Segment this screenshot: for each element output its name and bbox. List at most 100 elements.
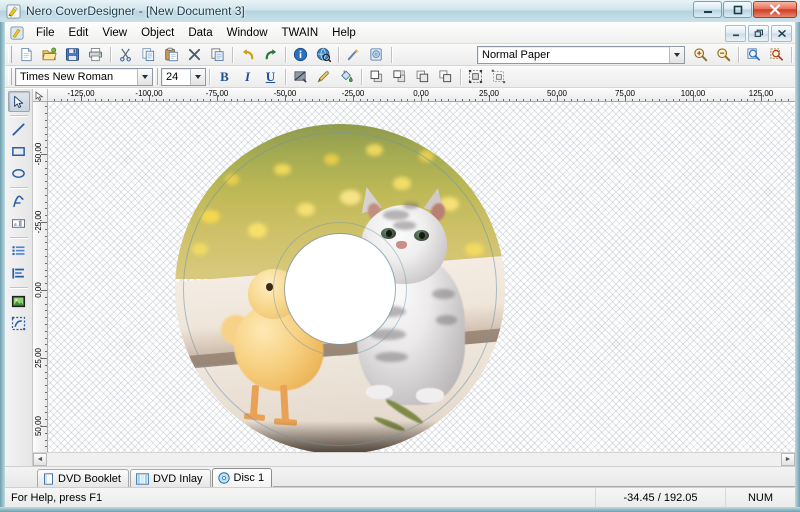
bold-button[interactable]: B: [214, 67, 235, 87]
ruler-tick: [45, 310, 47, 312]
ruler-tick: [142, 99, 144, 101]
chevron-down-icon[interactable]: [137, 68, 152, 85]
ruler-tick: [468, 99, 470, 101]
italic-button[interactable]: I: [237, 67, 258, 87]
menu-data[interactable]: Data: [181, 25, 219, 41]
horizontal-scrollbar[interactable]: ◄ ►: [33, 452, 795, 466]
toolbar-separator: [285, 46, 286, 63]
mdi-restore-button[interactable]: [748, 24, 769, 42]
floppy-save-icon[interactable]: [62, 45, 83, 65]
ruler-tick: [727, 99, 728, 101]
line-tool[interactable]: [8, 119, 30, 140]
chevron-down-icon[interactable]: [669, 46, 684, 63]
mdi-minimize-button[interactable]: [725, 24, 746, 42]
close-button[interactable]: [753, 1, 797, 18]
zoom-in-icon[interactable]: [690, 45, 711, 65]
horizontal-ruler[interactable]: -125,00 -100,00 -75,00 -50,00 -25,00 0,00 25,0…: [33, 89, 795, 102]
field-tool[interactable]: [8, 263, 30, 284]
ruler-tick: [591, 99, 592, 101]
artistic-text-tool[interactable]: [8, 191, 30, 212]
menu-object[interactable]: Object: [134, 25, 181, 41]
underline-button[interactable]: U: [260, 67, 281, 87]
scroll-left-button[interactable]: ◄: [33, 453, 47, 466]
maximize-button[interactable]: [723, 1, 752, 18]
cover-template-icon[interactable]: [366, 45, 387, 65]
toolbar-grip[interactable]: [154, 68, 158, 85]
pen-icon[interactable]: [313, 67, 334, 87]
mdi-system-menu-icon[interactable]: [9, 25, 25, 41]
paste-icon[interactable]: [161, 45, 182, 65]
zoom-selection-icon[interactable]: [766, 45, 787, 65]
duplicate-icon[interactable]: [207, 45, 228, 65]
ruler-tick: [733, 99, 735, 101]
tab-dvd-booklet[interactable]: DVD Booklet: [37, 469, 129, 487]
ruler-tick: [94, 99, 96, 101]
tab-disc-1[interactable]: Disc 1: [211, 468, 273, 487]
ruler-tick: [121, 99, 123, 101]
image-tool[interactable]: [8, 291, 30, 312]
disc-image[interactable]: [175, 124, 505, 452]
menu-view[interactable]: View: [95, 25, 134, 41]
delete-x-icon[interactable]: [184, 45, 205, 65]
ruler-tick: [45, 208, 47, 210]
ruler-tick: [45, 249, 47, 251]
paper-type-combo[interactable]: Normal Paper: [477, 45, 685, 64]
scroll-right-button[interactable]: ►: [781, 453, 795, 466]
toolbar-grip[interactable]: [8, 46, 12, 63]
undo-arrow-icon[interactable]: [237, 45, 258, 65]
redo-arrow-icon[interactable]: [260, 45, 281, 65]
copy-icon[interactable]: [138, 45, 159, 65]
ruler-tick: [203, 99, 205, 101]
printer-icon[interactable]: [85, 45, 106, 65]
group-icon[interactable]: [465, 67, 486, 87]
ruler-tick: [393, 99, 395, 101]
ruler-tick: [788, 99, 790, 101]
menu-file[interactable]: File: [29, 25, 62, 41]
ellipse-tool[interactable]: [8, 163, 30, 184]
scissors-icon[interactable]: [115, 45, 136, 65]
track-list-tool[interactable]: [8, 241, 30, 262]
ruler-tick: [713, 99, 715, 101]
send-to-back-icon[interactable]: [435, 67, 456, 87]
mask-select-tool[interactable]: [8, 313, 30, 334]
zoom-page-icon[interactable]: [743, 45, 764, 65]
paint-bucket-icon[interactable]: [336, 67, 357, 87]
info-icon[interactable]: [290, 45, 311, 65]
tab-dvd-inlay[interactable]: DVD Inlay: [129, 469, 211, 487]
font-size-combo[interactable]: 24: [161, 67, 206, 86]
mdi-close-button[interactable]: [771, 24, 792, 42]
font-family-combo[interactable]: Times New Roman: [15, 67, 153, 86]
bring-forward-icon[interactable]: [389, 67, 410, 87]
bring-to-front-icon[interactable]: [366, 67, 387, 87]
main-toolbar: Normal Paper: [5, 44, 795, 66]
no-fill-icon[interactable]: [290, 67, 311, 87]
menu-edit[interactable]: Edit: [62, 25, 96, 41]
minimize-button[interactable]: [693, 1, 722, 18]
toolbar-grip[interactable]: [8, 68, 12, 85]
wizard-wand-icon[interactable]: [343, 45, 364, 65]
send-backward-icon[interactable]: [412, 67, 433, 87]
menu-help[interactable]: Help: [325, 25, 363, 41]
ruler-tick: [45, 303, 47, 305]
vertical-ruler[interactable]: -50,00 -25,00 0,00 25,00 50,00: [33, 102, 48, 452]
menu-twain[interactable]: TWAIN: [275, 25, 326, 41]
ruler-tick: [176, 99, 178, 101]
ruler-label: -75,00: [205, 89, 229, 98]
ruler-tick: [45, 446, 47, 448]
select-tool[interactable]: [7, 91, 30, 112]
booklet-icon: [43, 472, 54, 485]
ruler-area: -125,00 -100,00 -75,00 -50,00 -25,00 0,00 25,0…: [33, 89, 795, 466]
preview-globe-icon[interactable]: [313, 45, 334, 65]
menu-window[interactable]: Window: [220, 25, 275, 41]
ruler-tick: [305, 99, 307, 101]
status-help-text: For Help, press F1: [11, 491, 103, 504]
design-canvas[interactable]: [48, 102, 795, 452]
ungroup-icon[interactable]: [488, 67, 509, 87]
new-document-icon[interactable]: [16, 45, 37, 65]
text-box-tool[interactable]: a I: [8, 213, 30, 234]
zoom-out-icon[interactable]: [713, 45, 734, 65]
chevron-down-icon[interactable]: [190, 68, 205, 85]
open-folder-icon[interactable]: [39, 45, 60, 65]
ruler-corner: [33, 89, 48, 101]
rectangle-tool[interactable]: [8, 141, 30, 162]
